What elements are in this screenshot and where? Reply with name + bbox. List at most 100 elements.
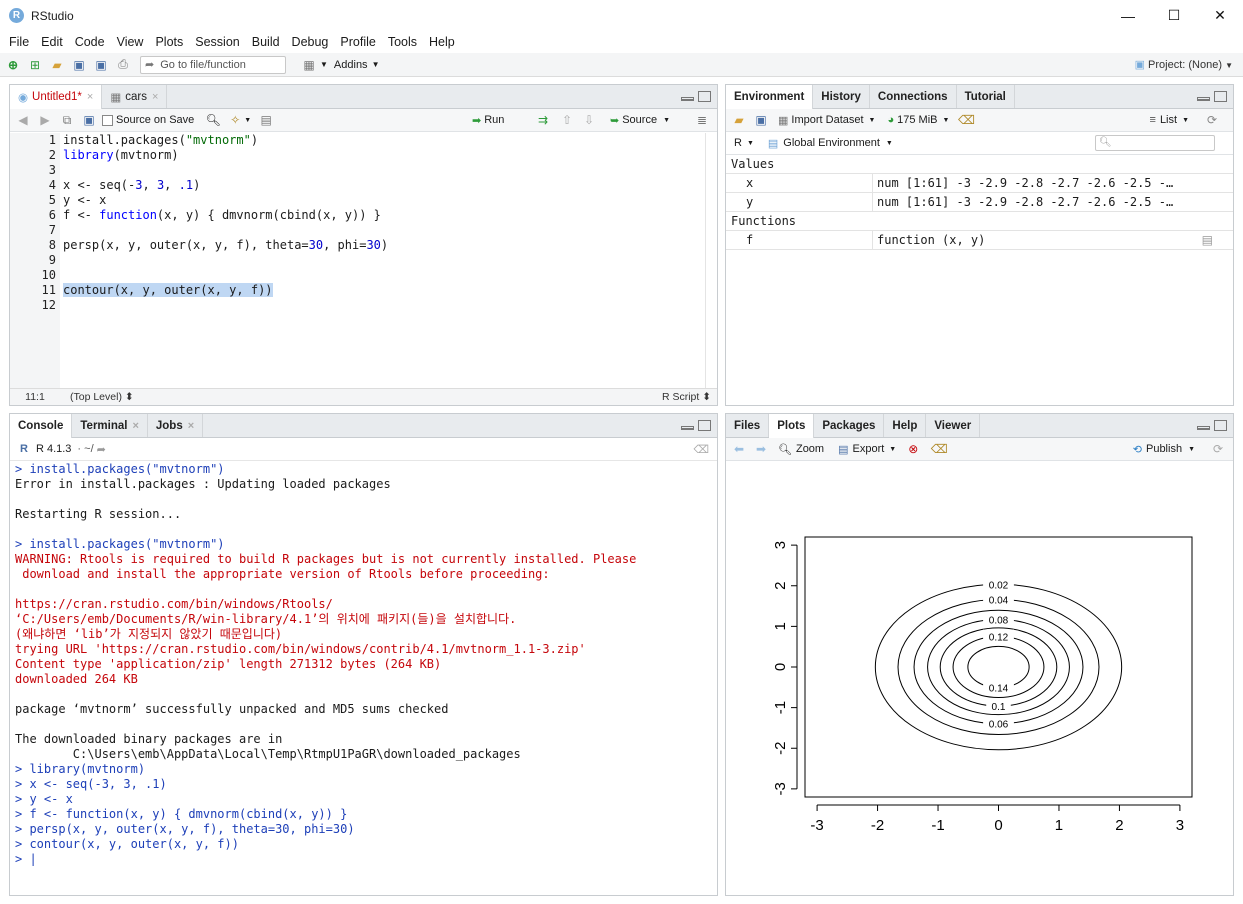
maximize-button[interactable]: ☐ (1151, 0, 1197, 31)
refresh-icon[interactable]: ⟳ (1209, 440, 1227, 458)
compile-report-icon[interactable]: ▤ (257, 111, 275, 129)
chevron-down-icon[interactable]: ▼ (244, 117, 251, 124)
go-to-file-input[interactable]: ➦ Go to file/function (140, 55, 286, 74)
menu-debug[interactable]: Debug (286, 35, 335, 49)
environment-search-input[interactable]: 🔍︎ (1095, 135, 1215, 151)
chevron-down-icon[interactable]: ▼ (372, 60, 380, 69)
run-button[interactable]: ➡ Run (472, 114, 504, 127)
zoom-button[interactable]: 🔍︎ Zoom (778, 443, 824, 456)
maximize-pane-icon[interactable] (698, 420, 711, 431)
refresh-icon[interactable]: ⟳ (1203, 111, 1221, 129)
view-function-icon[interactable]: ▤ (1202, 233, 1213, 247)
tab-console[interactable]: Console (10, 414, 73, 438)
scope-selector[interactable]: (Top Level) ⬍ (70, 391, 134, 403)
tab-terminal[interactable]: Terminal × (72, 414, 148, 437)
close-tab-icon[interactable]: × (188, 420, 194, 432)
contour-label: 0.08 (989, 615, 1009, 626)
addins-menu[interactable]: Addins (334, 59, 368, 71)
load-workspace-icon[interactable]: ▰ (730, 111, 748, 129)
chevron-down-icon[interactable]: ▼ (886, 140, 893, 147)
broom-icon[interactable]: ⌫ (957, 111, 975, 129)
minimize-pane-icon[interactable] (681, 426, 694, 430)
search-icon[interactable]: 🔍︎ (204, 111, 222, 129)
rerun-icon[interactable]: ⇉ (534, 111, 552, 129)
list-view-selector[interactable]: ≡ List ▼ (1150, 114, 1189, 126)
project-menu[interactable]: ▣ Project: (None) ▼ (1135, 58, 1233, 71)
close-tab-icon[interactable]: × (87, 91, 93, 103)
menu-code[interactable]: Code (69, 35, 111, 49)
console-output[interactable]: > install.packages("mvtnorm") Error in in… (15, 462, 713, 867)
tab-history[interactable]: History (813, 85, 870, 108)
outline-icon[interactable]: ≣ (693, 111, 711, 129)
contour-label: 0.1 (992, 702, 1006, 713)
print-icon[interactable]: ⎙ (114, 56, 132, 74)
maximize-pane-icon[interactable] (1214, 420, 1227, 431)
show-in-window-icon[interactable]: ⧉ (58, 111, 76, 129)
tab-files[interactable]: Files (726, 414, 770, 437)
menu-view[interactable]: View (111, 35, 150, 49)
source-on-save-checkbox[interactable] (102, 114, 113, 126)
tab-viewer[interactable]: Viewer (926, 414, 981, 437)
broom-icon[interactable]: ⌫ (930, 440, 948, 458)
tab-help[interactable]: Help (884, 414, 927, 437)
tab-jobs[interactable]: Jobs × (148, 414, 204, 437)
go-down-icon[interactable]: ⇩ (580, 111, 598, 129)
file-type-selector[interactable]: R Script ⬍ (662, 391, 711, 403)
tab-packages[interactable]: Packages (814, 414, 885, 437)
menu-help[interactable]: Help (423, 35, 461, 49)
code-token: 30 (366, 238, 381, 252)
env-row-y[interactable]: y num [1:61] -3 -2.9 -2.8 -2.7 -2.6 -2.5… (726, 192, 1233, 212)
grid-layout-icon[interactable]: ▦ (300, 56, 318, 74)
env-row-x[interactable]: x num [1:61] -3 -2.9 -2.8 -2.7 -2.6 -2.5… (726, 173, 1233, 193)
language-selector[interactable]: R (734, 137, 742, 149)
tab-connections[interactable]: Connections (870, 85, 957, 108)
import-dataset-button[interactable]: ▦ Import Dataset ▼ (778, 114, 875, 127)
minimize-pane-icon[interactable] (1197, 426, 1210, 430)
go-to-directory-icon[interactable]: ➦ (97, 443, 106, 456)
scope-selector[interactable]: Global Environment (783, 137, 880, 149)
save-all-icon[interactable]: ▣ (92, 56, 110, 74)
close-tab-icon[interactable]: × (152, 91, 158, 103)
export-button[interactable]: ▤ Export ▼ (838, 443, 896, 456)
save-icon[interactable]: ▣ (80, 111, 98, 129)
tab-environment[interactable]: Environment (726, 85, 814, 109)
menu-profile[interactable]: Profile (334, 35, 381, 49)
maximize-pane-icon[interactable] (1214, 91, 1227, 102)
source-button[interactable]: ➥ Source ▼ (610, 114, 670, 127)
forward-arrow-icon[interactable]: ▶ (36, 111, 54, 129)
broom-icon[interactable]: ⌫ (693, 443, 709, 456)
new-file-icon[interactable]: ⊕ (4, 56, 22, 74)
next-plot-icon[interactable]: ➡ (752, 440, 770, 458)
minimize-button[interactable]: — (1105, 0, 1151, 31)
code-editor[interactable]: install.packages("mvtnorm") library(mvtn… (63, 133, 705, 313)
publish-button[interactable]: ⟲ Publish ▼ (1133, 443, 1195, 456)
maximize-pane-icon[interactable] (698, 91, 711, 102)
close-button[interactable]: ✕ (1197, 0, 1243, 31)
back-arrow-icon[interactable]: ◀ (14, 111, 32, 129)
magic-wand-icon[interactable]: ✧ (226, 111, 244, 129)
env-row-f[interactable]: f function (x, y) ▤ (726, 230, 1233, 250)
minimize-pane-icon[interactable] (681, 97, 694, 101)
new-project-icon[interactable]: ⊞ (26, 56, 44, 74)
save-icon[interactable]: ▣ (70, 56, 88, 74)
tab-untitled1[interactable]: ◉ Untitled1* × (10, 85, 103, 109)
chevron-down-icon[interactable]: ▼ (320, 60, 328, 69)
previous-plot-icon[interactable]: ⬅ (730, 440, 748, 458)
tab-plots[interactable]: Plots (769, 414, 815, 438)
close-tab-icon[interactable]: × (132, 420, 138, 432)
menu-plots[interactable]: Plots (149, 35, 189, 49)
menu-session[interactable]: Session (189, 35, 245, 49)
menu-file[interactable]: File (3, 35, 35, 49)
menu-edit[interactable]: Edit (35, 35, 69, 49)
open-file-icon[interactable]: ▰ (48, 56, 66, 74)
tab-cars[interactable]: ▦ cars × (102, 85, 168, 108)
go-up-icon[interactable]: ⇧ (558, 111, 576, 129)
tab-tutorial[interactable]: Tutorial (957, 85, 1015, 108)
save-workspace-icon[interactable]: ▣ (752, 111, 770, 129)
remove-plot-icon[interactable]: ⊗ (904, 440, 922, 458)
menu-tools[interactable]: Tools (382, 35, 423, 49)
chevron-down-icon[interactable]: ▼ (747, 140, 754, 147)
memory-usage[interactable]: ◕ 175 MiB ▼ (887, 114, 949, 126)
menu-build[interactable]: Build (246, 35, 286, 49)
minimize-pane-icon[interactable] (1197, 97, 1210, 101)
